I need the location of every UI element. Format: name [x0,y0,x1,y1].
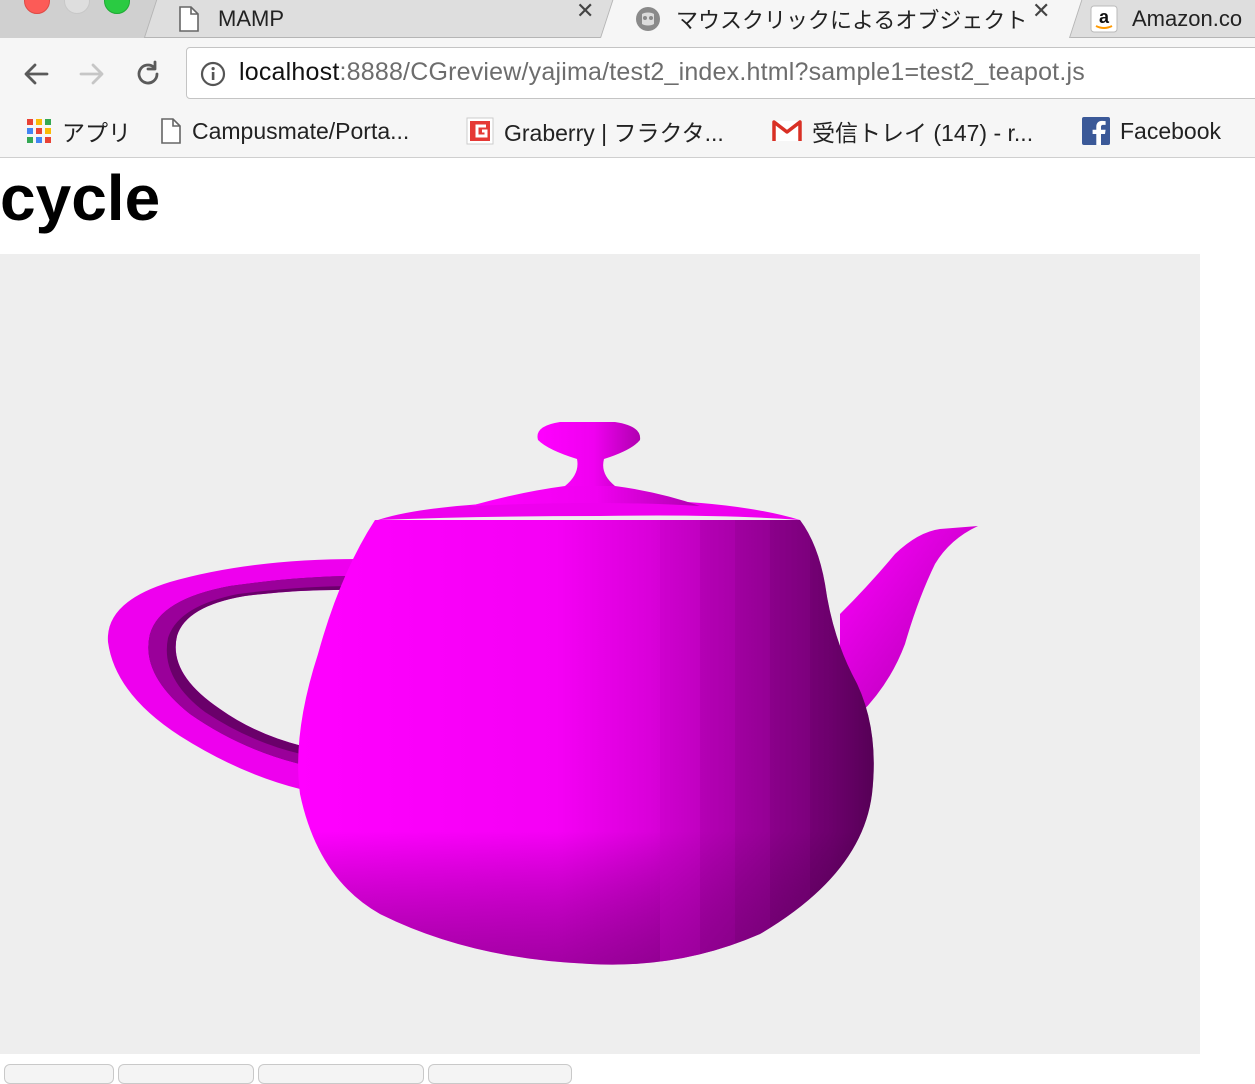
gmail-icon [772,119,802,143]
bookmark-facebook[interactable]: Facebook [1082,109,1221,153]
control-button-3[interactable] [258,1064,424,1084]
teapot-render [107,422,978,965]
bookmark-label: Campusmate/Porta... [192,117,410,144]
bookmarks-bar: アプリ Campusmate/Porta... Graberry | フラクタ.… [0,109,1255,158]
reload-icon [137,60,159,85]
address-bar[interactable]: localhost:8888/CGreview/yajima/test2_ind… [186,47,1255,99]
arrow-left-icon [24,63,49,85]
bookmark-label: 受信トレイ (147) - r... [812,120,1034,146]
tab-title: MAMP [218,6,284,31]
forward-button[interactable] [72,54,112,94]
url-path: :8888/CGreview/yajima/test2_index.html?s… [339,58,1085,86]
back-button[interactable] [16,54,56,94]
tab-mamp-content[interactable]: MAMP [178,0,578,38]
amazon-icon: a [1090,5,1118,33]
bookmark-label: Graberry | フラクタ... [504,120,724,146]
teapot-facets [660,520,874,965]
browser-toolbar: localhost:8888/CGreview/yajima/test2_ind… [0,38,1255,109]
tab-title: Amazon.co [1132,6,1243,31]
bookmark-campusmate[interactable]: Campusmate/Porta... [160,109,409,153]
control-button-1[interactable] [4,1064,114,1084]
zoom-window-button[interactable] [104,0,130,14]
facebook-icon [1082,117,1110,145]
info-icon[interactable] [200,61,226,92]
tab-strip: MAMP ✕ マウスクリックによるオブジェクト ✕ a Amazon.co [0,0,1255,39]
control-button-4[interactable] [428,1064,572,1084]
tab-amazon-content[interactable]: a Amazon.co [1090,0,1255,38]
url-text: localhost:8888/CGreview/yajima/test2_ind… [239,58,1085,87]
page-title: cycle [0,162,161,234]
close-window-button[interactable] [24,0,50,14]
apps-grid-icon [26,118,52,144]
tab-title: マウスクリックによるオブジェクト [676,8,1024,33]
bookmark-graberry[interactable]: Graberry | フラクタ... [466,109,724,153]
document-icon [160,118,182,144]
graberry-icon [466,117,494,145]
minimize-window-button[interactable] [64,0,90,14]
bookmark-label: Facebook [1120,117,1222,144]
control-button-2[interactable] [118,1064,254,1084]
url-host: localhost [239,58,340,86]
teapot-knob [537,422,641,486]
tab-close-icon[interactable]: ✕ [576,0,594,24]
bookmark-gmail[interactable]: 受信トレイ (147) - r... [772,109,1033,153]
svg-text:a: a [1099,7,1110,27]
tab-close-icon[interactable]: ✕ [1032,0,1050,24]
teapot-lid-dome [470,486,700,506]
bookmark-label: アプリ [62,120,131,146]
globe-icon [634,5,662,33]
webgl-canvas[interactable] [0,254,1200,1054]
reload-button[interactable] [128,54,168,94]
tab-active-content[interactable]: マウスクリックによるオブジェクト [634,0,1034,38]
teapot-spout [840,526,978,714]
document-icon [178,6,200,32]
bookmark-apps[interactable]: アプリ [26,109,131,153]
arrow-right-icon [79,63,104,85]
